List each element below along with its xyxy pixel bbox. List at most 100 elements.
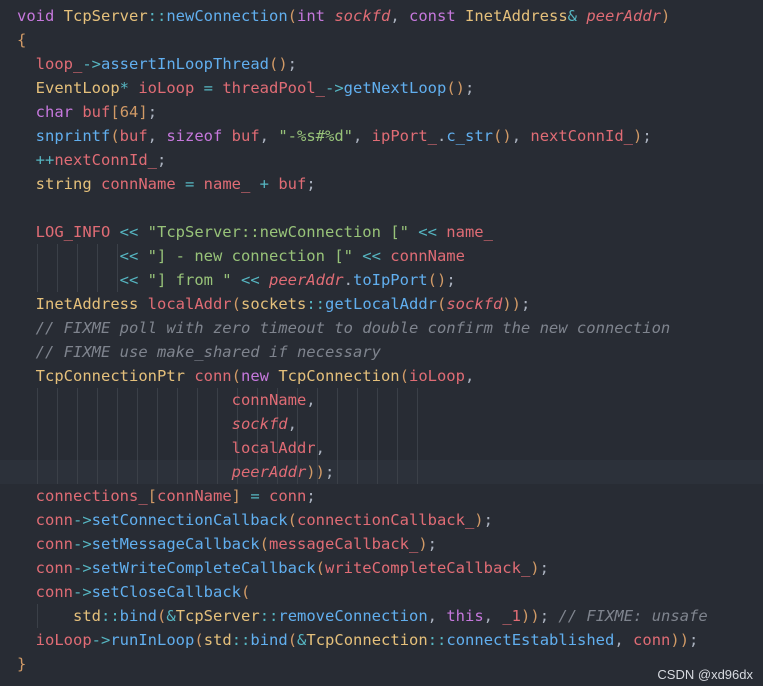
code-token: ) — [530, 607, 540, 625]
code-line[interactable]: conn->setWriteCompleteCallback(writeComp… — [0, 556, 763, 580]
code-text: conn->setCloseCallback( — [17, 580, 251, 604]
code-line[interactable]: std::bind(&TcpServer::removeConnection, … — [0, 604, 763, 628]
code-line[interactable]: sockfd, — [0, 412, 763, 436]
code-text: std::bind(&TcpServer::removeConnection, … — [17, 604, 708, 628]
code-line[interactable]: conn->setMessageCallback(messageCallback… — [0, 532, 763, 556]
code-token: std — [73, 607, 101, 625]
code-token: :: — [231, 631, 251, 649]
code-token: buf — [278, 175, 307, 193]
code-token: sizeof — [166, 127, 232, 145]
code-token: setCloseCallback — [91, 583, 241, 601]
code-line[interactable]: connections_[connName] = conn; — [0, 484, 763, 508]
code-token: InetAddress — [465, 7, 568, 25]
code-line[interactable]: } — [0, 652, 763, 676]
code-token: peerAddr — [586, 7, 661, 25]
code-line[interactable]: TcpConnectionPtr conn(new TcpConnection(… — [0, 364, 763, 388]
code-line[interactable]: << "] from " << peerAddr.toIpPort(); — [0, 268, 763, 292]
code-token: ; — [306, 487, 316, 505]
code-token: -> — [73, 583, 92, 601]
code-line[interactable]: // FIXME use make_shared if necessary — [0, 340, 763, 364]
code-token: . — [343, 271, 353, 289]
code-token: this — [446, 607, 484, 625]
code-line[interactable]: << "] - new connection [" << connName — [0, 244, 763, 268]
code-token: ( — [287, 7, 298, 25]
code-token: -> — [73, 535, 92, 553]
code-token: connName — [390, 247, 465, 265]
code-token: = — [175, 175, 204, 193]
code-line[interactable]: conn->setCloseCallback( — [0, 580, 763, 604]
code-token: ; — [446, 271, 456, 289]
code-token: messageCallback_ — [269, 535, 419, 553]
code-token: conn — [35, 535, 73, 553]
watermark: CSDN @xd96dx — [657, 667, 753, 682]
code-token: ( — [157, 607, 167, 625]
code-token: << — [119, 271, 148, 289]
code-token: peerAddr — [268, 271, 344, 289]
code-token: loop_ — [35, 55, 83, 73]
code-line[interactable]: { — [0, 28, 763, 52]
code-token: , — [259, 127, 279, 145]
code-token: :: — [306, 295, 325, 313]
code-token: sockfd — [446, 295, 503, 313]
code-text: loop_->assertInLoopThread(); — [17, 52, 297, 76]
code-token: "] from " — [147, 271, 232, 289]
code-token: c_str — [446, 127, 494, 145]
code-line[interactable]: void TcpServer::newConnection(int sockfd… — [0, 4, 763, 28]
code-token: TcpConnectionPtr — [35, 367, 195, 385]
code-token: getNextLoop — [343, 79, 447, 97]
code-token: toIpPort — [352, 271, 428, 289]
code-line[interactable]: ioLoop->runInLoop(std::bind(&TcpConnecti… — [0, 628, 763, 652]
code-token: & — [567, 7, 587, 25]
code-token: getLocalAddr — [325, 295, 437, 313]
code-line[interactable]: peerAddr)); — [0, 460, 763, 484]
code-line[interactable]: string connName = name_ + buf; — [0, 172, 763, 196]
code-token: << — [408, 223, 447, 241]
code-token: writeCompleteCallback_ — [324, 559, 531, 577]
code-token: ] — [231, 487, 241, 505]
code-text: TcpConnectionPtr conn(new TcpConnection(… — [17, 364, 475, 388]
code-line[interactable]: // FIXME poll with zero timeout to doubl… — [0, 316, 763, 340]
indent-guide — [397, 412, 398, 436]
code-token: ) — [511, 295, 522, 313]
code-line[interactable]: localAddr, — [0, 436, 763, 460]
code-text: // FIXME use make_shared if necessary — [17, 340, 381, 364]
code-token: ) — [661, 7, 671, 25]
code-token: connectEstablished — [446, 631, 615, 649]
code-token: snprintf — [35, 127, 111, 145]
code-line[interactable]: EventLoop* ioLoop = threadPool_->getNext… — [0, 76, 763, 100]
code-token: () — [446, 79, 465, 97]
code-text: << "] from " << peerAddr.toIpPort(); — [17, 268, 456, 292]
code-token: nextConnId_ — [530, 127, 634, 145]
code-token: ; — [642, 127, 652, 145]
code-editor[interactable]: void TcpServer::newConnection(int sockfd… — [0, 0, 763, 686]
code-text: { — [17, 28, 26, 52]
code-token: :: — [427, 631, 447, 649]
code-token: , — [315, 439, 325, 457]
indent-guide — [417, 460, 418, 484]
code-line[interactable]: connName, — [0, 388, 763, 412]
code-token: ; — [287, 55, 298, 73]
code-token: -> — [73, 511, 92, 529]
code-line[interactable] — [0, 196, 763, 220]
code-token: () — [269, 55, 288, 73]
code-token: , — [483, 607, 503, 625]
code-line[interactable]: char buf[64]; — [0, 100, 763, 124]
code-token: localAddr — [147, 295, 232, 313]
code-token: sockfd — [231, 415, 288, 433]
code-line[interactable]: ++nextConnId_; — [0, 148, 763, 172]
code-token: peerAddr — [231, 463, 307, 481]
code-token: [ — [147, 487, 157, 505]
code-line[interactable]: loop_->assertInLoopThread(); — [0, 52, 763, 76]
code-token: nextConnId_ — [54, 151, 157, 169]
code-line[interactable]: LOG_INFO << "TcpServer::newConnection ["… — [0, 220, 763, 244]
code-line[interactable]: InetAddress localAddr(sockets::getLocalA… — [0, 292, 763, 316]
code-line[interactable]: conn->setConnectionCallback(connectionCa… — [0, 508, 763, 532]
code-line[interactable]: snprintf(buf, sizeof buf, "-%s#%d", ipPo… — [0, 124, 763, 148]
